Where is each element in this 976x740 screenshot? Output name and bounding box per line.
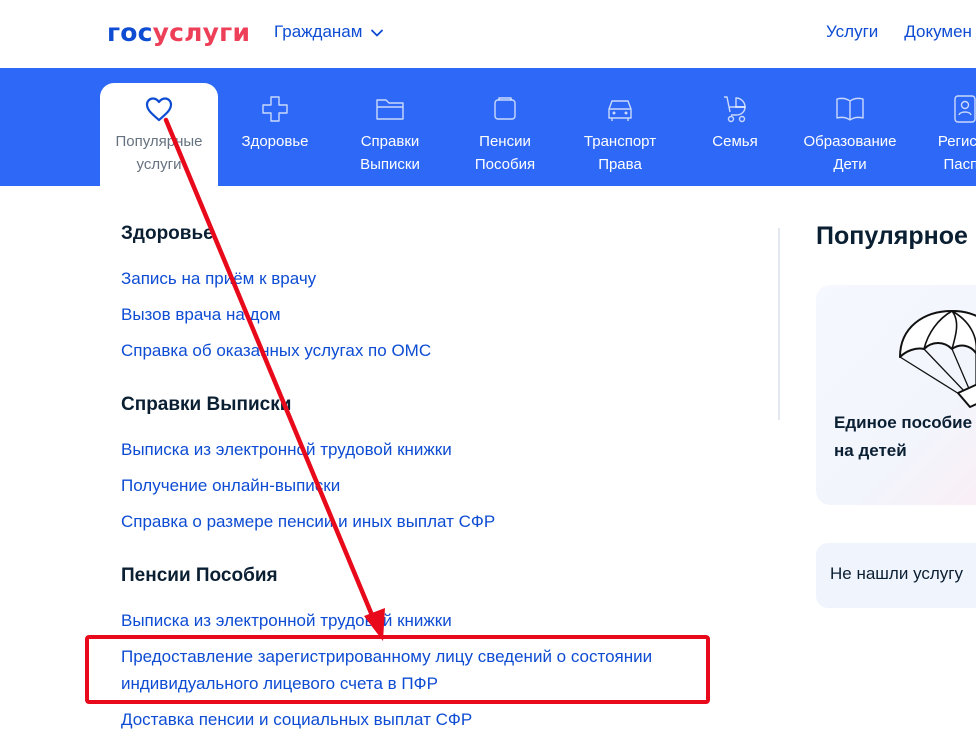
category-label-line2: Выписки bbox=[360, 156, 420, 173]
category-label-line1: Семья bbox=[712, 133, 758, 150]
parachute-illustration bbox=[899, 310, 976, 408]
not-found-service-button[interactable]: Не нашли услугу bbox=[816, 543, 976, 608]
category-label-line1: Популярные bbox=[115, 133, 203, 150]
category-tab-popular[interactable]: Популярные услуги bbox=[100, 83, 218, 186]
popular-card-unified-allowance[interactable]: Единое пособие на детей bbox=[816, 285, 976, 505]
popular-heading: Популярное bbox=[816, 222, 968, 250]
logo-part-uslugi: услуги bbox=[152, 18, 251, 47]
category-tab-pensions[interactable]: Пенсии Пособия bbox=[446, 83, 564, 186]
logo-part-gos: гос bbox=[107, 18, 153, 47]
category-label-line2: Пособия bbox=[474, 156, 536, 173]
category-tab-certificates[interactable]: Справки Выписки bbox=[331, 83, 449, 186]
gosuslugi-logo[interactable]: госуслуги bbox=[107, 18, 250, 47]
car-icon bbox=[608, 100, 632, 121]
medical-cross-icon bbox=[262, 96, 288, 122]
service-link[interactable]: Доставка пенсии и социальных выплат СФР bbox=[121, 707, 472, 733]
service-link-line1: Предоставление зарегистрированному лицу … bbox=[121, 647, 653, 666]
category-tab-education[interactable]: Образование Дети bbox=[791, 83, 909, 186]
service-link[interactable]: Запись на приём к врачу bbox=[121, 266, 316, 292]
book-icon bbox=[836, 97, 864, 121]
service-link[interactable]: Вызов врача на дом bbox=[121, 302, 281, 328]
site-header: госуслуги Гражданам Услуги Докумен bbox=[0, 0, 976, 68]
category-tab-health[interactable]: Здоровье bbox=[216, 83, 334, 186]
section-title: Пенсии Пособия bbox=[121, 565, 278, 586]
category-label-line2: Паспо bbox=[943, 156, 976, 173]
wallet-icon bbox=[494, 97, 516, 120]
card-title-line2: на детей bbox=[834, 441, 907, 460]
service-link[interactable]: Справка о размере пенсии и иных выплат С… bbox=[121, 509, 495, 535]
service-link[interactable]: Получение онлайн-выписки bbox=[121, 473, 340, 499]
category-tab-transport[interactable]: Транспорт Права bbox=[561, 83, 679, 186]
annotation-arrow-line bbox=[163, 117, 377, 623]
category-label-line2: Дети bbox=[833, 156, 867, 173]
audience-label: Гражданам bbox=[274, 22, 363, 41]
service-link-line2: индивидуального лицевого счета в ПФР bbox=[121, 674, 438, 693]
stroller-icon bbox=[724, 96, 746, 123]
heart-icon bbox=[145, 97, 173, 122]
card-title: Единое пособие на детей bbox=[834, 409, 976, 465]
top-navigation: Услуги Докумен bbox=[826, 22, 976, 42]
service-link[interactable]: Выписка из электронной трудовой книжки bbox=[121, 608, 452, 634]
category-label-line2: Права bbox=[598, 156, 642, 173]
category-label-line2: услуги bbox=[136, 156, 182, 173]
card-title-line1: Единое пособие bbox=[834, 413, 973, 432]
category-tab-family[interactable]: Семья bbox=[676, 83, 794, 186]
audience-selector[interactable]: Гражданам bbox=[274, 22, 384, 42]
not-found-label: Не нашли услугу bbox=[830, 564, 964, 583]
category-label-line1: Образование bbox=[803, 133, 897, 150]
section-title: Справки Выписки bbox=[121, 394, 292, 415]
column-divider bbox=[778, 228, 780, 420]
category-tab-registration[interactable]: Регистр Паспо bbox=[906, 83, 976, 186]
category-label-line1: Регистр bbox=[937, 133, 976, 150]
category-label-line1: Здоровье bbox=[241, 133, 309, 150]
service-link[interactable]: Выписка из электронной трудовой книжки bbox=[121, 437, 452, 463]
nav-services-link[interactable]: Услуги bbox=[826, 22, 878, 41]
id-card-icon bbox=[954, 95, 976, 123]
nav-documents-link[interactable]: Докумен bbox=[904, 22, 972, 41]
section-title: Здоровье bbox=[121, 223, 214, 244]
category-bar: Популярные услуги Здоровье Справки Выписки… bbox=[0, 68, 976, 186]
category-label-line1: Справки bbox=[360, 133, 420, 150]
service-link[interactable]: Справка об оказанных услугах по ОМС bbox=[121, 338, 431, 364]
chevron-down-icon bbox=[371, 29, 384, 37]
category-label-line1: Транспорт bbox=[583, 133, 657, 150]
category-label-line1: Пенсии bbox=[479, 133, 531, 150]
folder-icon bbox=[376, 99, 404, 120]
